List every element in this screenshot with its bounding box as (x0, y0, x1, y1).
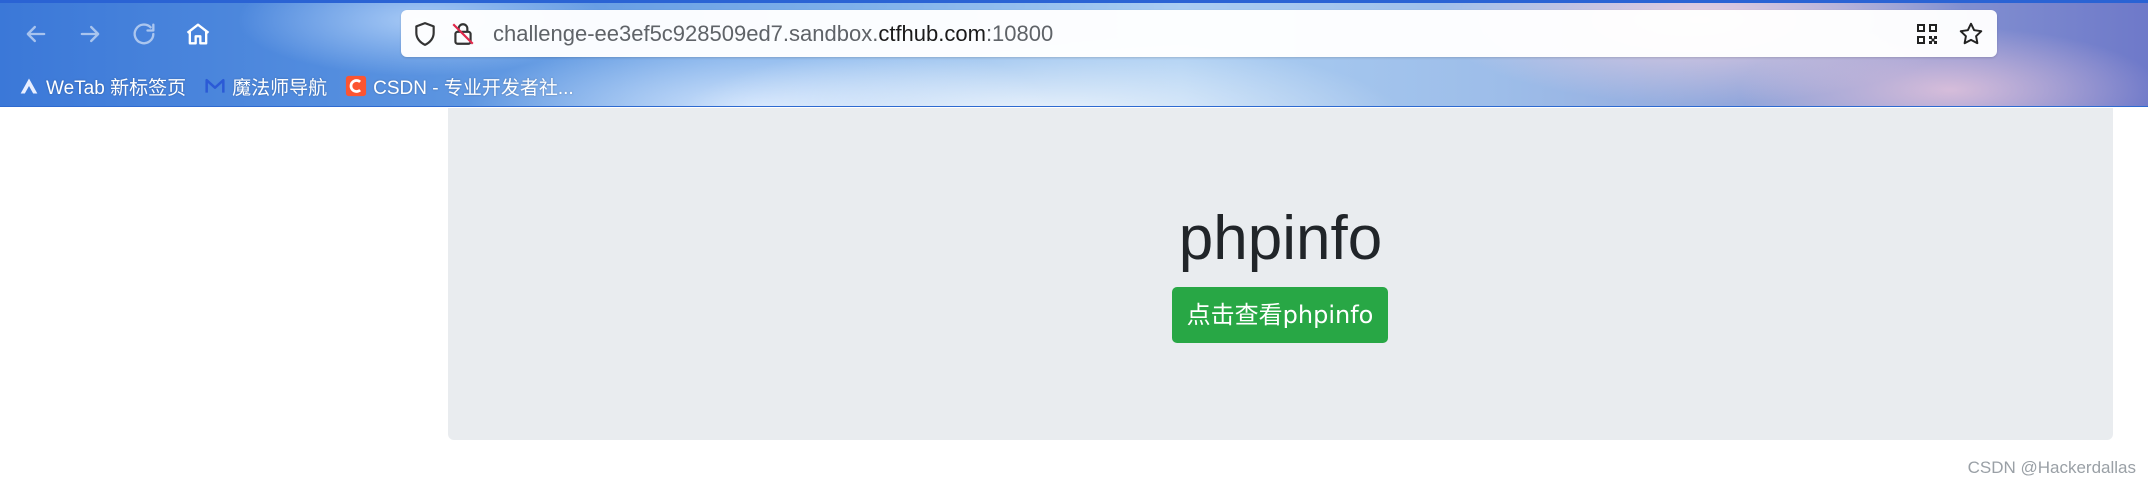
bookmark-label: WeTab 新标签页 (46, 77, 187, 99)
url-text[interactable]: challenge-ee3ef5c928509ed7.sandbox.ctfhu… (493, 20, 1053, 48)
csdn-logo-icon (345, 75, 367, 97)
jumbotron: phpinfo 点击查看phpinfo (448, 108, 2113, 440)
page-title: phpinfo (1178, 204, 1383, 273)
shield-icon[interactable] (411, 20, 439, 48)
address-bar[interactable]: challenge-ee3ef5c928509ed7.sandbox.ctfhu… (401, 10, 1997, 57)
bookmark-wetab[interactable]: WeTab 新标签页 (18, 72, 186, 100)
bookmark-label: CSDN - 专业开发者社... (373, 77, 574, 99)
forward-arrow-icon[interactable] (72, 16, 108, 52)
reload-icon[interactable] (126, 16, 162, 52)
bookmark-label: 魔法师导航 (232, 77, 328, 99)
mofashi-logo-icon (204, 75, 226, 97)
url-prefix: challenge-ee3ef5c928509ed7.sandbox. (493, 21, 879, 46)
back-arrow-icon[interactable] (18, 16, 54, 52)
browser-chrome: challenge-ee3ef5c928509ed7.sandbox.ctfhu… (0, 0, 2148, 107)
watermark: CSDN @Hackerdallas (1967, 458, 2136, 477)
insecure-lock-icon[interactable] (449, 20, 477, 48)
url-port: :10800 (985, 21, 1054, 46)
wetab-logo-icon (18, 75, 40, 97)
home-icon[interactable] (180, 16, 216, 52)
bookmark-csdn[interactable]: CSDN - 专业开发者社... (345, 72, 574, 100)
url-domain: ctfhub.com (878, 21, 986, 46)
qr-code-icon[interactable] (1913, 20, 1941, 48)
view-phpinfo-button[interactable]: 点击查看phpinfo (1172, 287, 1388, 343)
chrome-top-border (0, 0, 2148, 3)
bookmarks-bar: WeTab 新标签页 魔法师导航 CSDN - 专业开发者社... (18, 72, 592, 100)
bookmark-mofashi[interactable]: 魔法师导航 (204, 72, 327, 100)
star-icon[interactable] (1957, 20, 1985, 48)
